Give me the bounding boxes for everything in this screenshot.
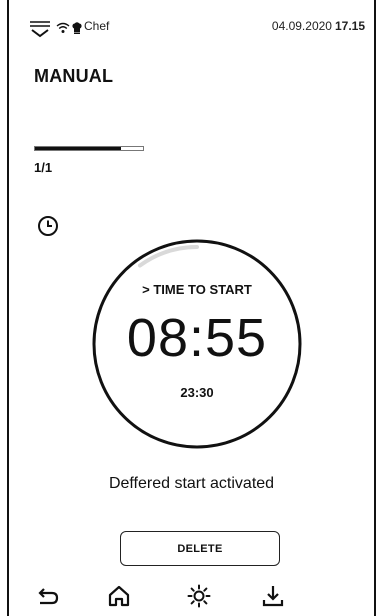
status-message: Deffered start activated bbox=[108, 475, 275, 492]
step-progress-bar bbox=[34, 146, 144, 151]
delete-button[interactable]: DELETE bbox=[120, 531, 280, 566]
chef-hat-icon bbox=[72, 22, 82, 34]
time-to-start-label: > TIME TO START bbox=[142, 282, 252, 297]
page-title: MANUAL bbox=[34, 66, 114, 86]
clock-icon[interactable] bbox=[37, 215, 59, 237]
light-icon[interactable] bbox=[187, 584, 211, 608]
status-bar: Chef 04.09.2020 17.15 bbox=[9, 0, 374, 38]
timer-ring-progress bbox=[137, 245, 199, 268]
step-counter: 1/1 bbox=[34, 160, 53, 175]
timer-dial: > TIME TO START 08:55 23:30 bbox=[91, 238, 303, 450]
dropdown-menu-icon[interactable] bbox=[29, 20, 51, 38]
date-text: 04.09.2020 bbox=[271, 19, 332, 33]
datetime: 04.09.2020 17.15 bbox=[272, 19, 365, 33]
download-icon[interactable] bbox=[261, 584, 285, 608]
device-screen: Chef 04.09.2020 17.15 MANUAL 1/1 > TIME T… bbox=[7, 0, 376, 616]
home-icon[interactable] bbox=[107, 584, 131, 608]
back-arrow-icon[interactable] bbox=[36, 584, 60, 608]
time-text: 17.15 bbox=[334, 19, 365, 33]
step-progress-fill bbox=[35, 147, 122, 150]
profile-name: Chef bbox=[84, 19, 110, 33]
end-time: 23:30 bbox=[180, 385, 214, 400]
countdown-display: 08:55 bbox=[126, 308, 268, 368]
wifi-icon bbox=[56, 22, 70, 33]
